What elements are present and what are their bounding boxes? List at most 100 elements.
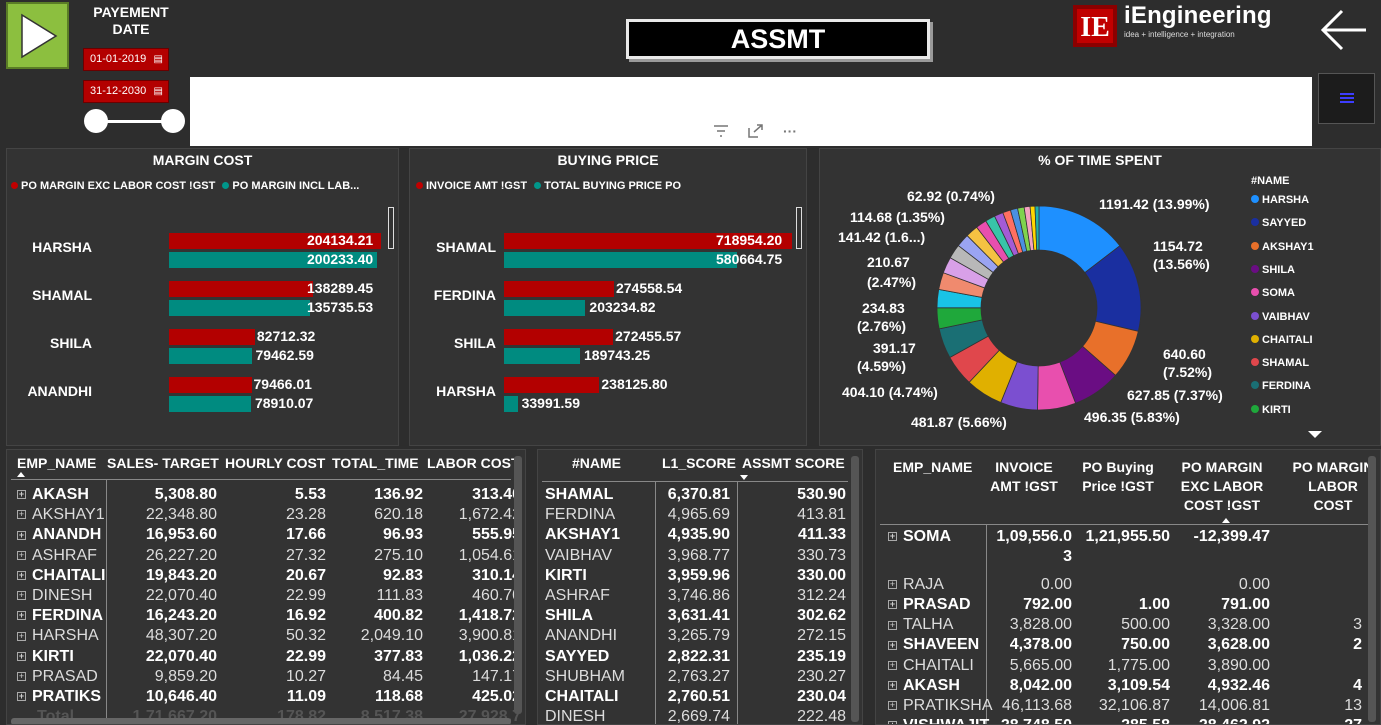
expand-icon[interactable]: + [888,721,897,724]
column-header[interactable]: ASSMT SCORE [742,454,845,473]
table-row-name[interactable]: + SOMA [888,528,951,546]
table-row-name[interactable]: + AKASH [888,677,960,695]
table-row-name[interactable]: ANANDHI [545,627,617,645]
column-header[interactable]: EMP_NAME [893,458,983,477]
bar-teal[interactable] [169,348,252,364]
table-row-name[interactable]: CHAITALI [545,688,618,706]
calendar-icon[interactable]: ▤ [154,49,163,70]
column-header[interactable]: LABOR COST [427,454,525,473]
table-row-name[interactable]: + TALHA [888,616,953,634]
chart-scrollbar[interactable] [388,207,394,249]
back-arrow-icon[interactable] [1318,5,1370,60]
legend-item[interactable]: CHAITALI [1251,334,1313,346]
bar-red[interactable] [504,329,614,345]
expand-icon[interactable]: + [888,680,897,690]
expand-icon[interactable]: + [888,532,897,542]
table-row-name[interactable]: + ASHRAF [17,547,97,565]
expand-icon[interactable]: + [888,600,897,610]
column-header[interactable]: L1_SCORE [662,454,736,473]
expand-icon[interactable]: + [17,591,26,601]
column-header[interactable]: SALES- TARGET [107,454,237,473]
legend-item[interactable]: VAIBHAV [1251,311,1310,323]
chart-scrollbar[interactable] [796,207,802,249]
table-row-name[interactable]: + FERDINA [17,607,103,625]
sort-ascending-icon[interactable] [1222,518,1230,523]
table-row-name[interactable]: + AKSHAY1 [17,506,105,524]
sort-descending-icon[interactable] [740,475,748,480]
table-row-name[interactable]: + VISHWAJIT [888,717,989,724]
table-row-name[interactable]: + PRASAD [17,668,98,686]
table-row-name[interactable]: + SHAVEEN [888,636,979,654]
expand-icon[interactable]: + [17,672,26,682]
expand-icon[interactable]: + [17,611,26,621]
legend-scroll-down-icon[interactable] [1308,431,1322,438]
expand-icon[interactable]: + [17,530,26,540]
expand-icon[interactable]: + [17,490,26,500]
menu-button[interactable] [1318,73,1375,124]
bar-teal[interactable] [169,300,310,316]
bar-teal[interactable] [504,252,737,268]
table-vertical-scrollbar[interactable] [851,456,859,722]
column-header[interactable]: #NAME [572,454,621,473]
bar-teal[interactable] [169,396,251,412]
column-header[interactable]: PO Buying Price !GST [1078,458,1158,496]
bar-red[interactable] [169,377,252,393]
table-horizontal-scrollbar[interactable] [11,718,511,724]
date-slider-end-handle[interactable] [161,109,185,133]
legend-item[interactable]: SOMA [1251,287,1295,299]
expand-icon[interactable]: + [888,660,897,670]
table-row-name[interactable]: + KIRTI [17,648,74,666]
expand-icon[interactable]: + [888,620,897,630]
focus-mode-icon[interactable] [748,124,764,143]
table-row-name[interactable]: + CHAITALI [888,657,974,675]
expand-icon[interactable]: + [888,580,897,590]
table-row-name[interactable]: + ANANDH [17,526,101,544]
legend-item[interactable]: SHILA [1251,264,1295,276]
play-button[interactable] [6,2,69,69]
bar-teal[interactable] [504,396,518,412]
table-row-name[interactable]: + HARSHA [17,627,99,645]
expand-icon[interactable]: + [17,631,26,641]
column-header[interactable]: INVOICE AMT !GST [988,458,1060,496]
column-header[interactable]: PO MARGIN LABOR COST [1288,458,1378,515]
sort-ascending-icon[interactable] [17,472,25,477]
bar-teal[interactable] [504,348,580,364]
table-row-name[interactable]: VAIBHAV [545,547,612,565]
date-from-input[interactable]: 01-01-2019 ▤ [83,48,169,71]
table-row-name[interactable]: SHUBHAM [545,668,625,686]
table-row-name[interactable]: ASHRAF [545,587,610,605]
table-row-name[interactable]: + AKASH [17,486,89,504]
expand-icon[interactable]: + [17,510,26,520]
bar-red[interactable] [169,329,255,345]
expand-icon[interactable]: + [888,700,897,710]
date-slider-start-handle[interactable] [84,109,108,133]
bar-red[interactable] [169,281,313,297]
legend-item[interactable]: SHAMAL [1251,357,1309,369]
calendar-icon[interactable]: ▤ [154,81,163,102]
legend-item[interactable]: KIRTI [1251,404,1291,416]
table-vertical-scrollbar[interactable] [1368,456,1376,722]
table-row-name[interactable]: + CHAITALI [17,567,105,585]
column-header[interactable]: HOURLY COST [225,454,346,473]
more-options-icon[interactable]: ··· [783,123,797,139]
expand-icon[interactable]: + [17,550,26,560]
table-row-name[interactable]: + PRASAD [888,596,971,614]
table-row-name[interactable]: SAYYED [545,648,609,666]
legend-item[interactable]: AKSHAY1 [1251,241,1314,253]
bar-teal[interactable] [504,300,586,316]
filter-icon[interactable] [713,124,729,143]
legend-item[interactable]: HARSHA [1251,194,1309,206]
table-row-name[interactable]: + RAJA [888,576,944,594]
bar-red[interactable] [504,281,614,297]
table-row-name[interactable]: KIRTI [545,567,587,585]
table-row-name[interactable]: + PRATIKSHA [888,697,993,715]
table-vertical-scrollbar[interactable] [514,456,522,714]
table-row-name[interactable]: DINESH [545,708,605,724]
bar-red[interactable] [504,377,600,393]
expand-icon[interactable]: + [17,651,26,661]
table-row-name[interactable]: AKSHAY1 [545,526,620,544]
expand-icon[interactable]: + [888,640,897,650]
table-row-name[interactable]: + PRATIKS [17,688,101,706]
column-header[interactable]: PO MARGIN EXC LABOR COST !GST [1176,458,1268,515]
table-row-name[interactable]: SHAMAL [545,486,613,504]
